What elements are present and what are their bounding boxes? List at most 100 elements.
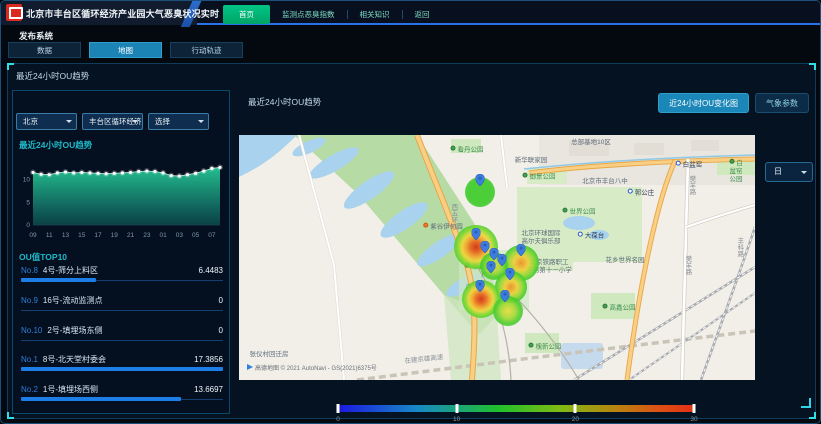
svg-text:5: 5 xyxy=(26,199,30,206)
map-label: 北京市丰台八中 xyxy=(582,178,628,186)
app-logo-icon xyxy=(6,4,22,21)
svg-text:21: 21 xyxy=(127,232,135,239)
map-pin-icon[interactable] xyxy=(476,279,485,291)
park-icon xyxy=(563,208,568,213)
app-window: 北京市丰台区循环经济产业园大气恶臭状况实时 首页 监测点恶臭指数 相关知识 返回… xyxy=(0,0,821,424)
weather-params-button[interactable]: 气象参数 xyxy=(755,93,809,113)
map-label: 御景公园 xyxy=(523,173,556,182)
map-label: 世界公园 xyxy=(563,208,596,217)
map-label: 高鑫公园 xyxy=(603,304,636,313)
park-icon xyxy=(451,146,456,151)
app-title: 北京市丰台区循环经济产业园大气恶臭状况实时 xyxy=(26,7,219,20)
point-name: 4号-筛分上料区 xyxy=(43,265,199,276)
map-pin-icon[interactable] xyxy=(472,227,481,239)
nav-item-home[interactable]: 首页 xyxy=(223,5,270,24)
top-list-row: No.9 16号-流动监测点0 xyxy=(21,295,223,317)
map-pin-icon[interactable] xyxy=(476,173,485,185)
scenic-icon xyxy=(423,223,428,228)
map-label: 樊羊路 xyxy=(683,255,691,275)
panel-corner xyxy=(7,63,14,70)
map-label: 丰科路 xyxy=(735,237,743,257)
time-range-select[interactable]: 日 xyxy=(765,162,813,182)
city-select[interactable]: 北京 xyxy=(16,113,77,130)
filter-row: 北京 丰台区循环经济产 选择 xyxy=(16,113,209,130)
svg-text:19: 19 xyxy=(111,232,119,239)
nav-item-knowledge[interactable]: 相关知识 xyxy=(348,5,402,24)
map-pin-icon[interactable] xyxy=(481,240,490,252)
svg-text:23: 23 xyxy=(143,232,151,239)
map-label: 张仪村回迁房 xyxy=(250,351,289,359)
svg-text:09: 09 xyxy=(29,232,37,239)
ou-value: 17.3856 xyxy=(194,355,223,364)
park-icon xyxy=(529,343,534,348)
rank-badge: No.9 xyxy=(21,296,38,305)
bar-track xyxy=(21,340,223,341)
map-label: 大葆台 xyxy=(578,232,605,241)
metro-icon xyxy=(628,189,633,194)
tab-map[interactable]: 地图 xyxy=(89,42,162,58)
park-icon xyxy=(603,304,608,309)
map-pin-icon[interactable] xyxy=(498,253,507,265)
svg-text:05: 05 xyxy=(192,232,200,239)
panel-corner xyxy=(809,63,816,70)
bar-fill xyxy=(21,278,96,282)
main-panel: 最近24小时OU趋势 北京 丰台区循环经济产 选择 最近24小时OU趋势 051… xyxy=(7,63,816,419)
svg-text:07: 07 xyxy=(208,232,216,239)
map-label: 西五环 xyxy=(449,203,457,223)
svg-text:15: 15 xyxy=(78,232,86,239)
map-label: 白盆窑 xyxy=(676,161,703,170)
map-copyright: 高德地图 © 2021 AutoNavi - GS(2021)6375号 xyxy=(247,364,377,373)
svg-text:10: 10 xyxy=(23,177,31,184)
metro-icon xyxy=(676,161,681,166)
heat-scale-bar: 0102030 xyxy=(338,405,694,412)
top-list-row: No.18号-北天堂村委会17.3856 xyxy=(21,354,223,376)
scale-tick-label: 30 xyxy=(690,416,697,423)
point-name: 1号-填埋场西侧 xyxy=(43,384,194,395)
scale-tick-label: 10 xyxy=(453,416,460,423)
top-list-row: No.21号-填埋场西侧13.6697 xyxy=(21,384,223,406)
map-pin-icon[interactable] xyxy=(487,260,496,272)
panel-corner xyxy=(801,398,811,408)
tab-data[interactable]: 数据 xyxy=(8,42,81,58)
map-pin-icon[interactable] xyxy=(517,243,526,255)
ou-value: 6.4483 xyxy=(199,266,223,275)
park-icon xyxy=(729,159,734,164)
nav-item-odor-index[interactable]: 监测点恶臭指数 xyxy=(270,5,347,24)
map-buttons: 近24小时OU变化图 气象参数 xyxy=(658,93,809,113)
map-label: 郭公庄 xyxy=(628,189,655,198)
ou-value: 13.6697 xyxy=(194,385,223,394)
map-label: 看丹公园 xyxy=(451,146,484,155)
left-panel: 北京 丰台区循环经济产 选择 最近24小时OU趋势 05100911131517… xyxy=(12,90,230,414)
rank-badge: No.10 xyxy=(21,326,42,335)
point-select[interactable]: 选择 xyxy=(148,113,209,130)
trend-area-chart: 0510091113151719212301030507 xyxy=(15,149,225,241)
map-pin-icon[interactable] xyxy=(501,289,510,301)
top-list-row: No.10 2号-填埋场东侧0 xyxy=(21,325,223,347)
ou-value: 0 xyxy=(219,326,223,335)
map-label: 樊羊路 xyxy=(687,175,695,195)
map-label: 北京环球国际 高尔夫俱乐部 xyxy=(522,230,561,246)
map-label: 花乡世界名园 xyxy=(606,257,645,265)
svg-text:03: 03 xyxy=(176,232,184,239)
nav-item-back[interactable]: 返回 xyxy=(403,5,442,24)
scale-tick xyxy=(337,404,340,413)
svg-text:01: 01 xyxy=(159,232,167,239)
map-panel-title: 最近24小时OU趋势 xyxy=(248,96,321,108)
map-overlays: 看丹公园总部基地10区新华联家园御景公园北京市丰台八中白盆窑白盆窑公园郭公庄世界… xyxy=(239,135,755,380)
map-label: 新华联家园 xyxy=(515,157,548,165)
park-select[interactable]: 丰台区循环经济产 xyxy=(82,113,143,130)
view-tabs: 数据 地图 行动轨迹 xyxy=(8,42,243,58)
map-label: 白盆窑公园 xyxy=(727,159,746,183)
metro-icon xyxy=(578,232,583,237)
main-nav: 首页 监测点恶臭指数 相关知识 返回 xyxy=(223,5,442,24)
point-name: 8号-北天堂村委会 xyxy=(43,354,194,365)
tab-trajectory[interactable]: 行动轨迹 xyxy=(170,42,243,58)
ou-change-map-button[interactable]: 近24小时OU变化图 xyxy=(658,93,749,113)
map-viewport[interactable]: 看丹公园总部基地10区新华联家园御景公园北京市丰台八中白盆窑白盆窑公园郭公庄世界… xyxy=(239,135,755,380)
scale-tick-label: 20 xyxy=(572,416,579,423)
point-name: 16号-流动监测点 xyxy=(43,295,219,306)
ou-value: 0 xyxy=(219,296,223,305)
map-pin-icon[interactable] xyxy=(506,267,515,279)
map-label: 在建京雄高速 xyxy=(404,354,444,366)
point-name: 2号-填埋场东侧 xyxy=(47,325,218,336)
